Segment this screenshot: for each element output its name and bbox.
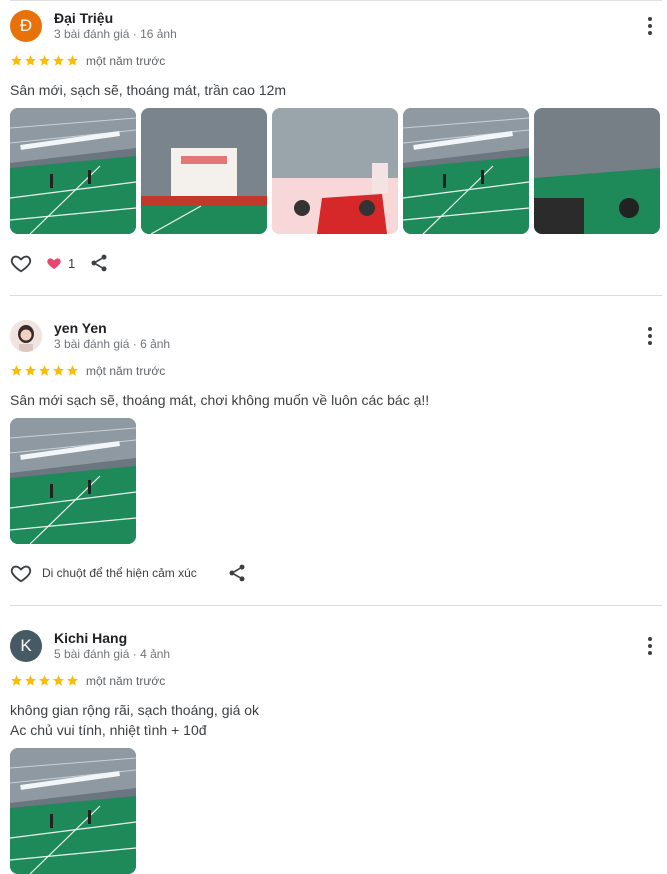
review-text: không gian rộng rãi, sạch thoáng, giá ok… — [10, 700, 259, 740]
star-icon — [10, 364, 23, 377]
review-actions: Di chuột để thể hiện cảm xúc — [10, 562, 247, 584]
review-photo[interactable] — [403, 108, 529, 234]
share-button[interactable] — [89, 253, 109, 273]
like-count: 1 — [68, 255, 76, 271]
avatar[interactable]: K — [10, 630, 42, 662]
share-icon — [91, 254, 107, 272]
share-button[interactable] — [227, 563, 247, 583]
reviewer-name[interactable]: Đại Triệu — [54, 10, 113, 26]
review-time: một năm trước — [86, 54, 166, 68]
star-icon — [66, 54, 79, 67]
star-icon — [24, 364, 37, 377]
photo-strip — [10, 108, 660, 234]
review-text-line: Ac chủ vui tính, nhiệt tình + 10đ — [10, 722, 207, 738]
review-time: một năm trước — [86, 674, 166, 688]
photo-strip — [10, 748, 136, 874]
star-icon — [38, 364, 51, 377]
review-photo[interactable] — [10, 748, 136, 874]
star-rating — [10, 54, 79, 67]
review-actions: 1 — [10, 252, 109, 274]
heart-outline-icon — [10, 565, 32, 583]
photo-strip — [10, 418, 136, 544]
star-rating — [10, 364, 79, 377]
review-photo[interactable] — [141, 108, 267, 234]
reaction-hint: Di chuột để thể hiện cảm xúc — [42, 566, 197, 580]
share-icon — [229, 564, 245, 582]
more-options-button[interactable] — [640, 634, 660, 658]
avatar[interactable] — [10, 320, 42, 352]
star-rating — [10, 674, 79, 687]
review-photo[interactable] — [10, 418, 136, 544]
like-button[interactable] — [10, 252, 32, 274]
star-icon — [38, 674, 51, 687]
reviewer-name[interactable]: yen Yen — [54, 320, 107, 336]
avatar[interactable]: Đ — [10, 10, 42, 42]
top-divider — [10, 0, 662, 1]
profile-photo — [10, 320, 42, 352]
like-button[interactable]: Di chuột để thể hiện cảm xúc — [10, 562, 197, 584]
star-icon — [66, 364, 79, 377]
heart-outline-icon — [10, 255, 32, 273]
review-divider — [10, 295, 662, 296]
review-photo[interactable] — [534, 108, 660, 234]
star-icon — [52, 54, 65, 67]
star-icon — [66, 674, 79, 687]
review-text: Sân mới sạch sẽ, thoáng mát, chơi không … — [10, 392, 430, 408]
reviewer-meta: 3 bài đánh giá · 16 ảnh — [54, 27, 177, 41]
review-text: Sân mới, sạch sẽ, thoáng mát, trần cao 1… — [10, 82, 287, 98]
review-photo[interactable] — [10, 108, 136, 234]
star-icon — [24, 54, 37, 67]
star-icon — [52, 364, 65, 377]
star-icon — [52, 674, 65, 687]
review-text-line: không gian rộng rãi, sạch thoáng, giá ok — [10, 702, 260, 718]
star-icon — [10, 674, 23, 687]
star-icon — [38, 54, 51, 67]
reviewer-meta: 3 bài đánh giá · 6 ảnh — [54, 337, 171, 351]
reviewer-name[interactable]: Kichi Hang — [54, 630, 127, 646]
review-divider — [10, 605, 662, 606]
reaction-count[interactable]: 1 — [46, 255, 75, 271]
star-icon — [24, 674, 37, 687]
star-icon — [10, 54, 23, 67]
heart-filled-icon — [47, 258, 61, 269]
reviewer-meta: 5 bài đánh giá · 4 ảnh — [54, 647, 171, 661]
more-options-button[interactable] — [640, 14, 660, 38]
review-photo[interactable] — [272, 108, 398, 234]
review-time: một năm trước — [86, 364, 166, 378]
more-options-button[interactable] — [640, 324, 660, 348]
